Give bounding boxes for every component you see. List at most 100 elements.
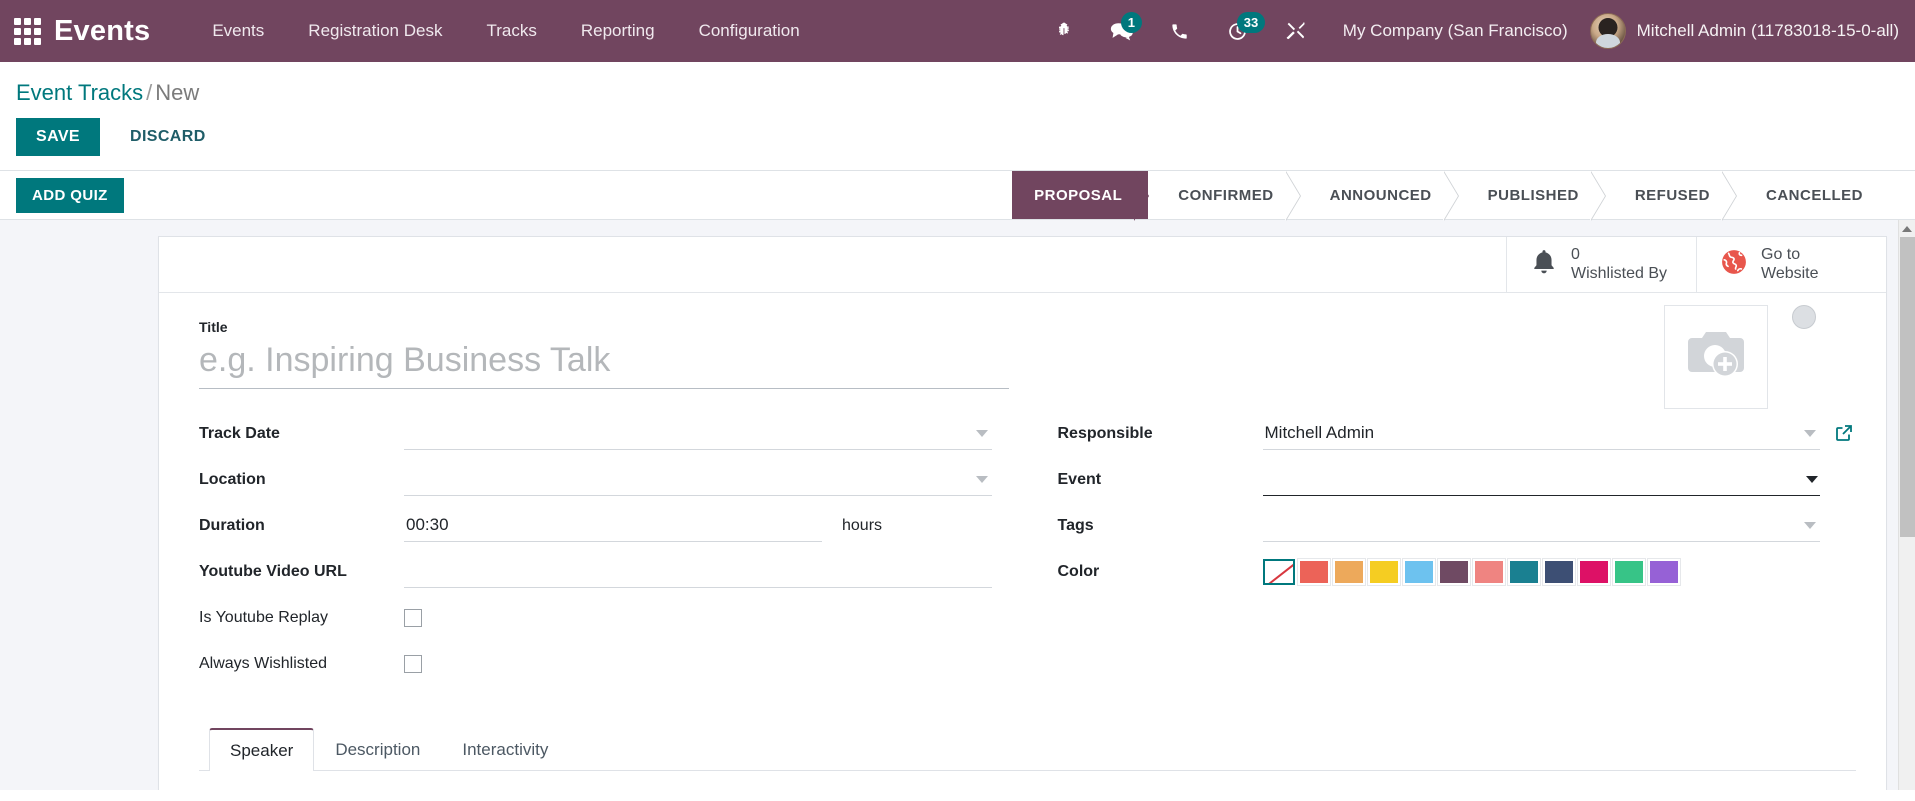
username-label: Mitchell Admin (11783018-15-0-all) xyxy=(1636,21,1899,40)
color-swatch-orange[interactable] xyxy=(1331,558,1366,586)
control-color xyxy=(1262,555,1821,586)
color-swatch-yellow[interactable] xyxy=(1366,558,1401,586)
always-wishlisted-checkbox[interactable] xyxy=(404,655,422,673)
color-swatch-dark-purple[interactable] xyxy=(1436,558,1471,586)
breadcrumb-separator: / xyxy=(146,80,153,105)
field-columns: Track Date Location Duration 00:30 hours… xyxy=(199,417,1856,693)
color-swatch-red[interactable] xyxy=(1296,558,1331,586)
menu-item-configuration[interactable]: Configuration xyxy=(677,13,822,49)
activities-clock-icon[interactable]: 33 xyxy=(1209,9,1267,53)
youtube-video-url-input[interactable] xyxy=(404,555,992,588)
event-input[interactable] xyxy=(1262,463,1820,496)
tab-interactivity[interactable]: Interactivity xyxy=(441,728,569,771)
app-brand-events[interactable]: Events xyxy=(54,15,150,48)
control-event xyxy=(1262,463,1820,496)
tab-description[interactable]: Description xyxy=(314,728,441,771)
tab-speaker[interactable]: Speaker xyxy=(209,728,315,771)
status-row: ADD QUIZ PROPOSAL CONFIRMED ANNOUNCED PU… xyxy=(0,170,1915,221)
stage-cancelled[interactable]: CANCELLED xyxy=(1736,171,1889,219)
breadcrumb-event-tracks[interactable]: Event Tracks xyxy=(16,80,143,105)
color-swatch-fuchsia[interactable] xyxy=(1576,558,1611,586)
color-swatch-green[interactable] xyxy=(1611,558,1646,586)
discard-button[interactable]: DISCARD xyxy=(110,118,226,156)
company-switcher[interactable]: My Company (San Francisco) xyxy=(1325,21,1582,41)
color-swatch-salmon-pink[interactable] xyxy=(1471,558,1506,586)
responsible-input[interactable] xyxy=(1262,417,1820,450)
control-always-wishlisted xyxy=(404,647,992,673)
control-panel-buttons: SAVE DISCARD xyxy=(16,112,1915,170)
track-date-input[interactable] xyxy=(404,417,992,450)
left-column: Track Date Location Duration 00:30 hours… xyxy=(199,417,1028,693)
messages-badge: 1 xyxy=(1120,12,1143,33)
apps-grid-icon[interactable] xyxy=(10,14,44,48)
color-swatch-medium-blue[interactable] xyxy=(1506,558,1541,586)
phone-icon[interactable] xyxy=(1151,9,1209,53)
label-youtube-video-url: Youtube Video URL xyxy=(199,563,347,580)
stage-announced[interactable]: ANNOUNCED xyxy=(1299,171,1459,221)
label-responsible: Responsible xyxy=(1057,425,1153,442)
stage-published[interactable]: PUBLISHED xyxy=(1457,171,1607,221)
stage-proposal[interactable]: PROPOSAL xyxy=(1012,171,1150,221)
color-swatch-purple[interactable] xyxy=(1646,558,1681,586)
messages-icon[interactable]: 1 xyxy=(1093,9,1151,53)
wishlisted-label: Wishlisted By xyxy=(1571,264,1668,282)
vertical-scrollbar[interactable] xyxy=(1898,220,1915,790)
control-track-date xyxy=(404,417,992,450)
breadcrumb-current: New xyxy=(155,80,200,105)
stat-button-box: 0 Wishlisted By Go to Website xyxy=(159,237,1886,293)
control-is-youtube-replay xyxy=(404,601,992,627)
control-tags xyxy=(1262,509,1820,542)
color-swatch-list xyxy=(1262,555,1821,586)
stage-refused[interactable]: REFUSED xyxy=(1604,171,1738,221)
label-duration: Duration xyxy=(199,517,265,534)
scroll-up-arrow-icon[interactable] xyxy=(1899,220,1915,237)
label-tags: Tags xyxy=(1057,517,1094,534)
color-swatch-dark-blue[interactable] xyxy=(1541,558,1576,586)
label-always-wishlisted: Always Wishlisted xyxy=(199,655,328,672)
title-input[interactable] xyxy=(199,339,1009,389)
label-location: Location xyxy=(199,471,266,488)
menu-item-registration-desk[interactable]: Registration Desk xyxy=(286,13,464,49)
main-menu: Events Registration Desk Tracks Reportin… xyxy=(190,13,821,49)
save-button[interactable]: SAVE xyxy=(16,118,100,156)
globe-icon xyxy=(1721,249,1747,280)
duration-input[interactable] xyxy=(404,509,822,542)
field-location: Location xyxy=(199,463,992,501)
add-quiz-button[interactable]: ADD QUIZ xyxy=(16,177,124,213)
stage-confirmed[interactable]: CONFIRMED xyxy=(1148,171,1301,221)
bug-icon[interactable] xyxy=(1035,9,1093,53)
right-column: Responsible Mitchell Admin Event Tags Co… xyxy=(1028,417,1857,693)
color-swatch-no-color[interactable] xyxy=(1262,559,1295,585)
menu-item-tracks[interactable]: Tracks xyxy=(464,13,558,49)
field-is-youtube-replay: Is Youtube Replay xyxy=(199,601,992,639)
color-swatch-light-blue[interactable] xyxy=(1401,558,1436,586)
bell-icon xyxy=(1531,248,1557,281)
control-location xyxy=(404,463,992,496)
avatar xyxy=(1589,13,1626,49)
tags-input[interactable] xyxy=(1262,509,1820,542)
form-view-area: 0 Wishlisted By Go to Website Title e.g.… xyxy=(0,220,1915,790)
stat-text-wishlisted: 0 Wishlisted By xyxy=(1571,246,1667,284)
statusbar: PROPOSAL CONFIRMED ANNOUNCED PUBLISHED R… xyxy=(1012,171,1915,221)
image-upload-placeholder[interactable] xyxy=(1664,305,1768,409)
menu-item-events[interactable]: Events xyxy=(190,13,286,49)
tools-icon[interactable] xyxy=(1267,9,1325,53)
breadcrumb: Event Tracks / New xyxy=(16,62,1915,112)
form-body: Title e.g. Inspiring Business Talk Track… xyxy=(159,293,1886,771)
sheet-wrapper: 0 Wishlisted By Go to Website Title e.g.… xyxy=(0,220,1915,790)
is-youtube-replay-checkbox[interactable] xyxy=(404,609,422,627)
label-event: Event xyxy=(1057,471,1102,488)
field-youtube-video-url: Youtube Video URL xyxy=(199,555,992,593)
menu-item-reporting[interactable]: Reporting xyxy=(559,13,677,49)
user-menu[interactable]: Mitchell Admin (11783018-15-0-all) xyxy=(1582,13,1899,49)
stat-button-go-to-website[interactable]: Go to Website xyxy=(1696,237,1886,292)
location-input[interactable] xyxy=(404,463,992,496)
stat-button-wishlisted-by[interactable]: 0 Wishlisted By xyxy=(1506,237,1696,292)
external-link-icon[interactable] xyxy=(1834,423,1854,448)
avatar-circle-icon[interactable] xyxy=(1792,305,1816,329)
field-always-wishlisted: Always Wishlisted xyxy=(199,647,992,685)
scrollbar-thumb[interactable] xyxy=(1900,237,1915,537)
label-track-date: Track Date xyxy=(199,425,280,442)
control-responsible xyxy=(1262,417,1852,450)
systray: 1 33 My Company (San Francisco) Mitchell… xyxy=(1035,9,1899,53)
